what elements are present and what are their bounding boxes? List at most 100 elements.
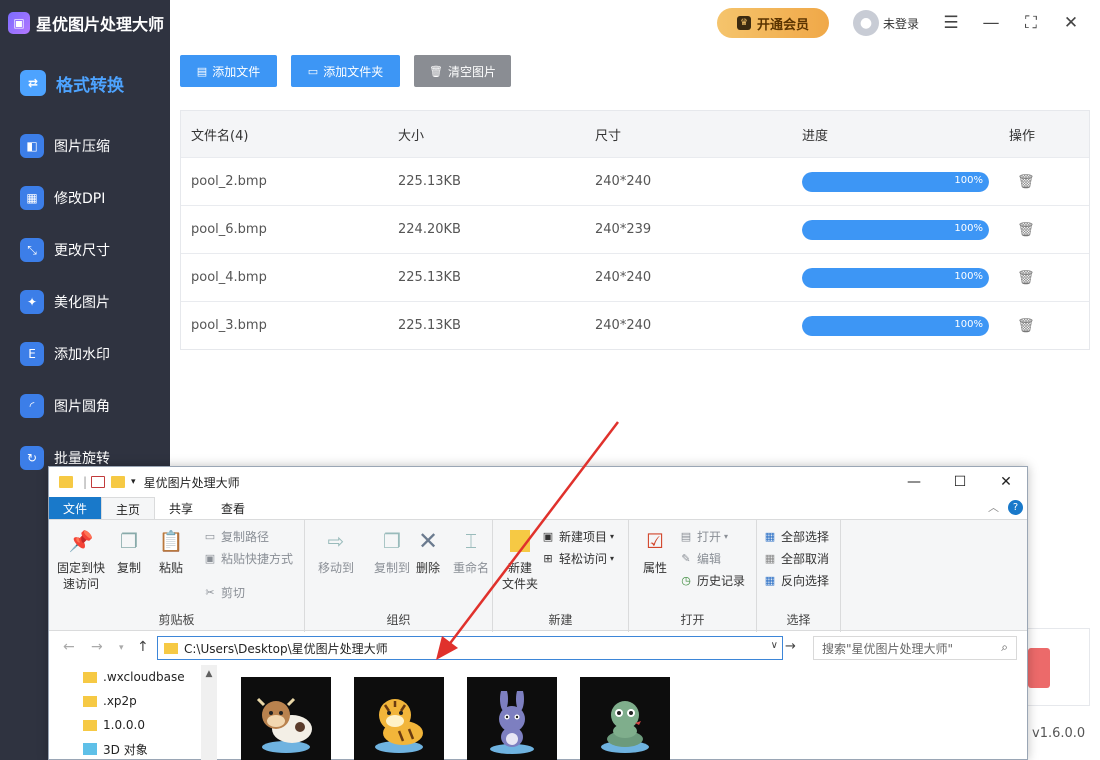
select-group: ▦ 全部选择 ▦ 全部取消 ▦ 反向选择 选择 [757,520,841,632]
tab-view[interactable]: 查看 [207,497,259,519]
go-arrow-icon[interactable]: → [785,639,796,654]
file-name: pool_4.bmp [191,270,267,285]
add-file-button[interactable]: ▤ 添加文件 [180,55,277,87]
select-all-button[interactable]: ▦ 全部选择 [763,526,829,546]
address-path: C:\Users\Desktop\星优图片处理大师 [184,641,388,656]
history-button[interactable]: ◷ 历史记录 [679,570,745,590]
dpi-icon: ▦ [20,186,44,210]
image-thumbnail[interactable] [580,677,670,760]
new-item-button[interactable]: ▣ 新建项目 ▾ [541,526,614,546]
sidebar-item-dpi[interactable]: ▦ 修改DPI [0,172,170,224]
open-button[interactable]: ▤ 打开 ▾ [679,526,728,546]
cut-button[interactable]: ✂ 剪切 [203,582,245,602]
tree-scrollbar[interactable]: ▲ [201,665,217,760]
clear-images-button[interactable]: 🗑 清空图片 [414,55,511,87]
delete-row-icon[interactable]: 🗑 [1009,318,1035,334]
quick-access-dropdown-icon[interactable]: ▾ [131,477,136,487]
history-label: 历史记录 [697,573,746,588]
progress-text: 100% [954,318,983,330]
cut-label: 剪切 [221,585,246,600]
rename-button[interactable]: ⌶ 重命名 [445,526,497,576]
explorer-close-icon[interactable]: ✕ [983,471,1029,493]
tree-item[interactable]: 3D 对象 [49,737,217,760]
user-login[interactable]: ● 未登录 [853,10,919,36]
back-arrow-icon[interactable]: ← [63,639,75,655]
address-bar[interactable]: C:\Users\Desktop\星优图片处理大师 ∨ [157,636,783,660]
easy-access-button[interactable]: ⊞ 轻松访问 ▾ [541,548,614,568]
help-icon[interactable]: ? [1008,500,1023,515]
invert-selection-button[interactable]: ▦ 反向选择 [763,570,829,590]
sidebar-item-watermark[interactable]: E 添加水印 [0,328,170,380]
up-arrow-icon[interactable]: ↑ [137,639,149,655]
select-none-button[interactable]: ▦ 全部取消 [763,548,829,568]
open-group: ☑ 属性 ▤ 打开 ▾ ✎ 编辑 ◷ 历史记录 打开 [629,520,757,632]
sidebar-item-round-corner[interactable]: ◜ 图片圆角 [0,380,170,432]
pin-quick-access-button[interactable]: 📌 固定到快 速访问 [55,526,107,592]
copy-path-button[interactable]: ▭ 复制路径 [203,526,269,546]
image-thumbnail[interactable] [354,677,444,760]
tree-item[interactable]: 1.0.0.0 [49,713,217,737]
table-row: pool_2.bmp 225.13KB 240*240 100% 🗑 [181,157,1089,205]
new-folder-label-line2: 文件夹 [501,577,538,591]
clipboard-group-label: 剪贴板 [158,613,195,627]
progress-text: 100% [954,270,983,282]
sidebar-item-resize[interactable]: ⤡ 更改尺寸 [0,224,170,276]
rotate-icon: ↻ [20,446,44,470]
folder-icon [83,671,97,683]
tab-file[interactable]: 文件 [49,497,102,519]
search-input[interactable]: 搜索"星优图片处理大师" ⌕ [813,636,1017,660]
navigation-tree: .wxcloudbase .xp2p 1.0.0.0 3D 对象 [49,665,217,760]
copy-button[interactable]: ❐ 复制 [105,526,153,576]
progress-bar: 100% [802,315,989,336]
file-dimensions: 240*240 [595,318,652,333]
properties-check-icon: ☑ [646,529,664,553]
copy-path-icon: ▭ [204,529,216,543]
explorer-minimize-icon[interactable]: — [891,471,937,493]
paste-button[interactable]: 📋 粘贴 [147,526,195,576]
image-thumbnail[interactable] [241,677,331,760]
move-to-button[interactable]: ⇨ 移动到 [309,526,363,576]
tab-home[interactable]: 主页 [101,497,156,519]
tree-item[interactable]: .xp2p [49,689,217,713]
tree-item-label: 3D 对象 [103,742,148,757]
clipboard-group: 📌 固定到快 速访问 ❐ 复制 📋 粘贴 ✂ 剪切 ▭ 复制路径 ▣ 粘贴快捷方… [49,520,305,632]
new-folder-quick-icon[interactable] [111,476,126,488]
delete-row-icon[interactable]: 🗑 [1009,270,1035,286]
address-dropdown-icon[interactable]: ∨ [771,640,778,651]
table-row: pool_3.bmp 225.13KB 240*240 100% 🗑 [181,301,1089,349]
recent-dropdown-icon[interactable]: ▾ [119,643,124,653]
new-group-label: 新建 [548,613,573,627]
ribbon-collapse-icon[interactable]: ︿ [988,499,999,515]
image-thumbnail[interactable] [467,677,557,760]
explorer-maximize-icon[interactable]: ☐ [937,471,983,493]
tree-item[interactable]: .wxcloudbase [49,665,217,689]
scroll-up-icon[interactable]: ▲ [201,669,217,679]
fullscreen-icon[interactable]: ⛶ [1020,12,1042,34]
start-button-partial[interactable] [1028,648,1050,688]
tab-share[interactable]: 共享 [155,497,207,519]
minimize-icon[interactable]: — [980,12,1002,34]
sidebar-item-beautify[interactable]: ✦ 美化图片 [0,276,170,328]
settings-sliders-icon[interactable]: ☰ [940,12,962,34]
properties-label: 属性 [642,561,667,575]
paste-shortcut-button[interactable]: ▣ 粘贴快捷方式 [203,548,293,568]
pin-label-line1: 固定到快 [56,561,105,575]
progress-text: 100% [954,222,983,234]
sidebar-item-compress[interactable]: ◧ 图片压缩 [0,120,170,172]
delete-row-icon[interactable]: 🗑 [1009,222,1035,238]
new-folder-button[interactable]: 新建 文件夹 [495,526,545,592]
forward-arrow-icon[interactable]: → [91,639,103,655]
vip-button[interactable]: ♛ 开通会员 [717,8,829,38]
sidebar-item-format-convert[interactable]: ⇄ 格式转换 [0,46,170,120]
properties-button[interactable]: ☑ 属性 [631,526,679,576]
folder-icon [59,476,73,488]
add-folder-button[interactable]: ▭ 添加文件夹 [291,55,400,87]
beautify-icon: ✦ [20,290,44,314]
trash-icon: 🗑 [429,64,443,78]
file-explorer-window: | ▾ 星优图片处理大师 — ☐ ✕ 文件 主页 共享 查看 ︿ ? 📌 固定到… [48,466,1028,760]
properties-check-icon[interactable] [91,476,106,488]
delete-row-icon[interactable]: 🗑 [1009,174,1035,190]
app-brand: ▣ 星优图片处理大师 [0,0,170,46]
close-icon[interactable]: ✕ [1060,12,1082,34]
edit-button[interactable]: ✎ 编辑 [679,548,721,568]
